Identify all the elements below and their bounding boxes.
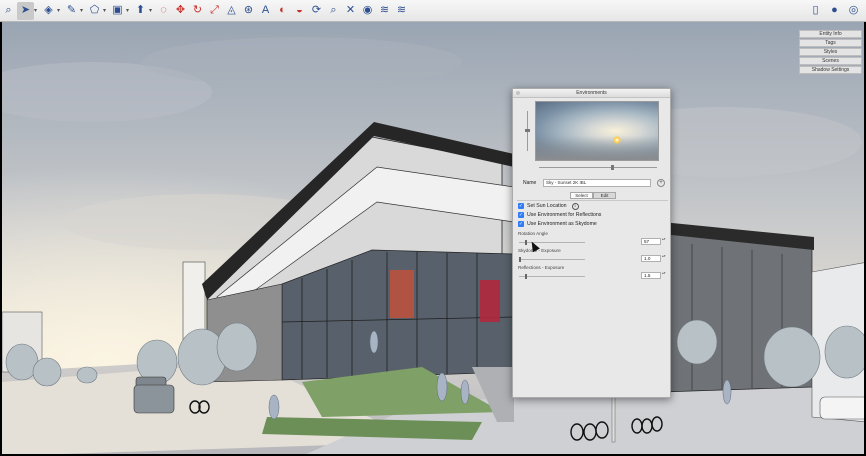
offset-icon[interactable]: ◌: [155, 2, 172, 20]
set-sun-location-checkbox[interactable]: ✓: [518, 203, 524, 209]
use-environment-reflections-checkbox[interactable]: ✓: [518, 212, 524, 218]
skydome-exposure-value[interactable]: 1.0: [641, 255, 661, 262]
panel-tabs: Select Edit: [570, 192, 616, 199]
vertical-slider-thumb[interactable]: [525, 129, 530, 132]
eraser-icon[interactable]: ◈: [40, 2, 57, 20]
reflections-exposure-stepper[interactable]: ▴▾: [662, 271, 665, 276]
tool-group: ⌕ ➤ ▾ ◈ ▾ ✎ ▾ ⬠ ▾ ▣ ▾ ⬆ ▾ ◌ ✥ ↻ ⤢ ◬ ⊛ A ◐ ◒ ⟳ ⌕ ✕ ◉ ≋ ≋: [0, 0, 410, 22]
zoom-extents-icon[interactable]: ✕: [342, 2, 359, 20]
reflections-exposure-label: Reflections - Exposure: [518, 265, 565, 270]
info-icon[interactable]: i: [571, 202, 579, 210]
rotate-icon[interactable]: ↻: [189, 2, 206, 20]
extension-warehouse-icon[interactable]: ≋: [376, 2, 393, 20]
environment-preview[interactable]: [535, 101, 659, 161]
search-icon[interactable]: ⌕: [0, 2, 17, 20]
main-toolbar: ⌕ ➤ ▾ ◈ ▾ ✎ ▾ ⬠ ▾ ▣ ▾ ⬆ ▾ ◌ ✥ ↻ ⤢ ◬ ⊛ A ◐ ◒ ⟳ ⌕ ✕ ◉ ≋ ≋ ▯ ● ◎: [0, 0, 866, 22]
help-icon[interactable]: ◎: [845, 2, 862, 20]
rectangle-icon[interactable]: ▣: [109, 2, 126, 20]
reflections-exposure-thumb[interactable]: [525, 274, 528, 279]
polygon-icon[interactable]: ⬠: [86, 2, 103, 20]
panel-title: Environments: [513, 89, 670, 98]
close-icon[interactable]: [516, 91, 520, 95]
move-icon[interactable]: ✥: [172, 2, 189, 20]
account-icon[interactable]: ●: [826, 2, 843, 20]
select-arrow-icon[interactable]: ➤: [17, 1, 34, 20]
document-icon[interactable]: ▯: [807, 2, 824, 20]
model-viewport[interactable]: [0, 22, 866, 456]
tray-item-styles[interactable]: Styles: [799, 48, 862, 56]
tray-item-scenes[interactable]: Scenes: [799, 57, 862, 65]
warehouse-icon[interactable]: ◉: [359, 2, 376, 20]
layout-icon[interactable]: ≋: [393, 2, 410, 20]
use-environment-reflections-label: Use Environment for Reflections: [527, 212, 602, 218]
orbit-icon[interactable]: ⟳: [308, 2, 325, 20]
rotation-angle-label: Rotation Angle: [518, 231, 548, 236]
text-icon[interactable]: A: [257, 2, 274, 20]
name-label: Name: [523, 180, 537, 186]
tray-item-shadow-settings[interactable]: Shadow Settings: [799, 66, 862, 74]
environment-name-field[interactable]: Sky - Sunset 2K IBL: [543, 179, 651, 187]
pencil-icon[interactable]: ✎: [63, 2, 80, 20]
skydome-exposure-slider[interactable]: [519, 259, 585, 260]
divider: [517, 200, 668, 201]
set-sun-location-row: ✓ Set Sun Location i: [518, 202, 579, 210]
reflections-exposure-value[interactable]: 1.5: [641, 272, 661, 279]
sun-icon[interactable]: [613, 136, 621, 144]
add-icon[interactable]: +: [657, 179, 665, 187]
skydome-exposure-stepper[interactable]: ▴▾: [662, 254, 665, 259]
preview-ground: [536, 136, 658, 160]
use-environment-skydome-label: Use Environment as Skydome: [527, 221, 597, 227]
horizontal-slider-track[interactable]: [539, 167, 657, 168]
toolbar-right-group: ▯ ● ◎: [807, 2, 866, 20]
reflections-row: ✓ Use Environment for Reflections: [518, 211, 601, 219]
tab-edit[interactable]: Edit: [593, 192, 616, 199]
name-row: Name Sky - Sunset 2K IBL +: [523, 178, 669, 188]
rotation-angle-value[interactable]: 57: [641, 238, 661, 245]
tray-item-entity-info[interactable]: Entity Info: [799, 30, 862, 38]
push-pull-icon[interactable]: ⬆: [132, 2, 149, 20]
zoom-icon[interactable]: ⌕: [325, 2, 342, 20]
horizontal-slider-thumb[interactable]: [611, 165, 614, 170]
tab-select[interactable]: Select: [570, 192, 593, 199]
set-sun-location-label: Set Sun Location: [527, 203, 567, 209]
skydome-row: ✓ Use Environment as Skydome: [518, 220, 597, 228]
paint-bucket-icon[interactable]: ◒: [291, 2, 308, 20]
use-environment-skydome-checkbox[interactable]: ✓: [518, 221, 524, 227]
building-scene: [2, 22, 864, 454]
section-plane-icon[interactable]: ◐: [274, 2, 291, 20]
skydome-exposure-thumb[interactable]: [519, 257, 521, 262]
scale-icon[interactable]: ⤢: [206, 2, 223, 20]
default-tray: Entity Info Tags Styles Scenes Shadow Settin…: [799, 30, 862, 75]
tape-measure-icon[interactable]: ⊛: [240, 2, 257, 20]
reflections-exposure-slider[interactable]: [519, 276, 585, 277]
tray-item-tags[interactable]: Tags: [799, 39, 862, 47]
protractor-icon[interactable]: ◬: [223, 2, 240, 20]
rotation-angle-stepper[interactable]: ▴▾: [662, 237, 665, 242]
